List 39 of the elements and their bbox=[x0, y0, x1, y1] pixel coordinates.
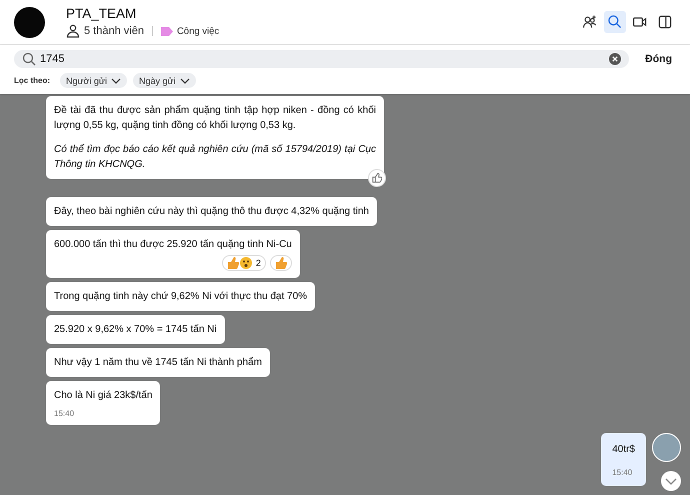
search-icon bbox=[22, 52, 36, 66]
user-avatar bbox=[652, 433, 681, 462]
side-panel-icon bbox=[657, 14, 673, 30]
message-time: 15:40 bbox=[612, 468, 634, 477]
member-count[interactable]: 5 thành viên bbox=[84, 25, 144, 37]
message-text: Đề tài đã thu được sản phẩm quặng tinh tập hợp niken - đồng có khối lượng 0,55 kg, quặng tinh đồng có khối lượng 0,53 kg. bbox=[54, 104, 376, 133]
like-button[interactable] bbox=[368, 169, 386, 187]
search-field[interactable]: 1745 bbox=[14, 50, 630, 68]
filter-dropdown[interactable]: Người gửi bbox=[60, 73, 127, 88]
search-icon bbox=[607, 14, 623, 30]
group-name: PTA_TEAM bbox=[66, 6, 138, 21]
filter-label: Lọc theo: bbox=[14, 76, 50, 85]
message-text: 600.000 tấn thì thu được 25.920 tấn quặng tinh Ni-Cu bbox=[54, 238, 292, 252]
message-text: 25.920 x 9,62% x 70% = 1745 tấn Ni bbox=[54, 323, 217, 337]
chevron-down-icon bbox=[180, 78, 190, 84]
thumbs-up-icon bbox=[372, 173, 382, 183]
thumbs-up-icon bbox=[274, 257, 287, 269]
message-text: Đây, theo bài nghiên cứu này thì quặng thô thu được 4,32% quặng tinh bbox=[54, 205, 369, 219]
person-icon bbox=[66, 24, 80, 38]
message-text: Như vậy 1 năm thu về 1745 tấn Ni thành phẩm bbox=[54, 356, 262, 370]
message-text: Trong quặng tinh này chứ 9,62% Ni với thực thu đạt 70% bbox=[54, 290, 308, 304]
surprised-face-icon bbox=[240, 257, 252, 269]
message-text: Có thể tìm đọc báo cáo kết quả nghiên cứu (mã số 15794/2019) tại Cục Thông tin KHCNQG. bbox=[54, 142, 376, 172]
message-text: 40tr$ bbox=[612, 443, 635, 457]
close-button[interactable]: Đóng bbox=[641, 53, 676, 65]
tag-label[interactable]: Công việc bbox=[176, 26, 220, 36]
chevron-down-icon bbox=[665, 478, 677, 484]
reaction-count: 2 bbox=[256, 258, 261, 268]
thumbs-up-icon bbox=[226, 257, 239, 269]
scroll-down-button[interactable] bbox=[661, 471, 681, 491]
message-time: 15:40 bbox=[54, 409, 76, 418]
filter-dropdown[interactable]: Ngày gửi bbox=[132, 73, 196, 88]
people-add-icon bbox=[582, 14, 598, 30]
search-button[interactable] bbox=[604, 11, 626, 33]
chevron-down-icon bbox=[110, 78, 121, 84]
group-avatar bbox=[14, 6, 45, 38]
message-text: Cho là Ni giá 23k$/tấn bbox=[54, 389, 152, 403]
reaction-chip[interactable]: 2 bbox=[222, 255, 266, 271]
clear-icon[interactable] bbox=[609, 53, 622, 65]
